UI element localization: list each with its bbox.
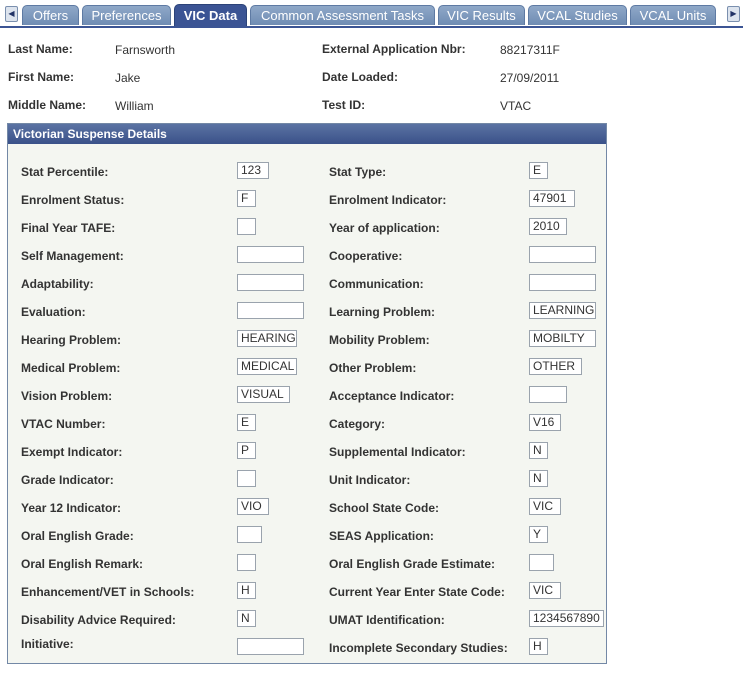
supplemental-indicator-input[interactable]: N bbox=[529, 442, 548, 459]
oral-english-remark-label: Oral English Remark: bbox=[21, 557, 144, 571]
hearing-problem-label: Hearing Problem: bbox=[21, 333, 122, 347]
tab-preferences[interactable]: Preferences bbox=[82, 5, 171, 25]
adaptability-label: Adaptability: bbox=[21, 277, 94, 291]
learning-problem-label: Learning Problem: bbox=[329, 305, 436, 319]
cooperative-input[interactable] bbox=[529, 246, 596, 263]
mobility-problem-label: Mobility Problem: bbox=[329, 333, 430, 347]
mobility-problem-input[interactable]: MOBILTY bbox=[529, 330, 596, 347]
seas-application-input[interactable]: Y bbox=[529, 526, 548, 543]
vision-problem-input[interactable]: VISUAL bbox=[237, 386, 290, 403]
oral-english-grade-estimate-input[interactable] bbox=[529, 554, 554, 571]
school-state-code-input[interactable]: VIC bbox=[529, 498, 561, 515]
acceptance-indicator-input[interactable] bbox=[529, 386, 567, 403]
supplemental-indicator-label: Supplemental Indicator: bbox=[329, 445, 466, 459]
umat-identification-label: UMAT Identification: bbox=[329, 613, 445, 627]
tab-vic-results[interactable]: VIC Results bbox=[438, 5, 525, 25]
test-id-value: VTAC bbox=[500, 99, 532, 113]
test-id-label: Test ID: bbox=[322, 98, 366, 112]
tab-common-assessment-tasks[interactable]: Common Assessment Tasks bbox=[250, 5, 435, 25]
adaptability-input[interactable] bbox=[237, 274, 304, 291]
middle-name-value: William bbox=[115, 99, 154, 113]
right-arrow-icon[interactable]: ▶ bbox=[727, 6, 740, 22]
seas-application-label: SEAS Application: bbox=[329, 529, 434, 543]
tab-underline bbox=[0, 26, 743, 28]
tab-bar: ◀ Offers Preferences VIC Data Common Ass… bbox=[0, 0, 743, 28]
medical-problem-label: Medical Problem: bbox=[21, 361, 121, 375]
exempt-indicator-input[interactable]: P bbox=[237, 442, 256, 459]
left-arrow-icon[interactable]: ◀ bbox=[5, 6, 18, 22]
date-loaded-value: 27/09/2011 bbox=[500, 71, 560, 85]
self-management-input[interactable] bbox=[237, 246, 304, 263]
year-12-indicator-label: Year 12 Indicator: bbox=[21, 501, 122, 515]
final-year-tafe-input[interactable] bbox=[237, 218, 256, 235]
other-problem-input[interactable]: OTHER bbox=[529, 358, 582, 375]
last-name-value: Farnsworth bbox=[115, 43, 176, 57]
incomplete-secondary-studies-input[interactable]: H bbox=[529, 638, 548, 655]
tab-offers[interactable]: Offers bbox=[22, 5, 79, 25]
enrolment-indicator-input[interactable]: 47901 bbox=[529, 190, 575, 207]
enhancement-vet-label: Enhancement/VET in Schools: bbox=[21, 585, 195, 599]
vtac-number-label: VTAC Number: bbox=[21, 417, 106, 431]
communication-label: Communication: bbox=[329, 277, 424, 291]
school-state-code-label: School State Code: bbox=[329, 501, 440, 515]
disability-advice-label: Disability Advice Required: bbox=[21, 613, 176, 627]
grade-indicator-input[interactable] bbox=[237, 470, 256, 487]
middle-name-label: Middle Name: bbox=[8, 98, 87, 112]
initiative-input[interactable] bbox=[237, 638, 304, 655]
last-name-label: Last Name: bbox=[8, 42, 73, 56]
learning-problem-input[interactable]: LEARNING bbox=[529, 302, 596, 319]
tab-vic-data[interactable]: VIC Data bbox=[174, 4, 247, 26]
year-of-application-input[interactable]: 2010 bbox=[529, 218, 567, 235]
communication-input[interactable] bbox=[529, 274, 596, 291]
initiative-label: Initiative: bbox=[21, 637, 74, 651]
date-loaded-label: Date Loaded: bbox=[322, 70, 399, 84]
year-12-indicator-input[interactable]: VIO bbox=[237, 498, 269, 515]
oral-english-remark-input[interactable] bbox=[237, 554, 256, 571]
vtac-number-input[interactable]: E bbox=[237, 414, 256, 431]
unit-indicator-label: Unit Indicator: bbox=[329, 473, 411, 487]
acceptance-indicator-label: Acceptance Indicator: bbox=[329, 389, 455, 403]
external-application-label: External Application Nbr: bbox=[322, 42, 466, 56]
tab-vcal-studies[interactable]: VCAL Studies bbox=[528, 5, 627, 25]
first-name-label: First Name: bbox=[8, 70, 75, 84]
year-of-application-label: Year of application: bbox=[329, 221, 440, 235]
exempt-indicator-label: Exempt Indicator: bbox=[21, 445, 123, 459]
oral-english-grade-input[interactable] bbox=[237, 526, 262, 543]
disability-advice-input[interactable]: N bbox=[237, 610, 256, 627]
enhancement-vet-input[interactable]: H bbox=[237, 582, 256, 599]
evaluation-input[interactable] bbox=[237, 302, 304, 319]
umat-identification-input[interactable]: 1234567890 bbox=[529, 610, 604, 627]
stat-percentile-label: Stat Percentile: bbox=[21, 165, 109, 179]
vision-problem-label: Vision Problem: bbox=[21, 389, 113, 403]
stat-type-label: Stat Type: bbox=[329, 165, 387, 179]
first-name-value: Jake bbox=[115, 71, 141, 85]
final-year-tafe-label: Final Year TAFE: bbox=[21, 221, 116, 235]
oral-english-grade-estimate-label: Oral English Grade Estimate: bbox=[329, 557, 496, 571]
medical-problem-input[interactable]: MEDICAL bbox=[237, 358, 297, 375]
oral-english-grade-label: Oral English Grade: bbox=[21, 529, 134, 543]
self-management-label: Self Management: bbox=[21, 249, 124, 263]
incomplete-secondary-studies-label: Incomplete Secondary Studies: bbox=[329, 641, 508, 655]
group-title: Victorian Suspense Details bbox=[8, 124, 606, 144]
enrolment-indicator-label: Enrolment Indicator: bbox=[329, 193, 447, 207]
unit-indicator-input[interactable]: N bbox=[529, 470, 548, 487]
stat-type-input[interactable]: E bbox=[529, 162, 548, 179]
stat-percentile-input[interactable]: 123 bbox=[237, 162, 269, 179]
grade-indicator-label: Grade Indicator: bbox=[21, 473, 114, 487]
hearing-problem-input[interactable]: HEARING bbox=[237, 330, 297, 347]
tab-vcal-units[interactable]: VCAL Units bbox=[630, 5, 716, 25]
evaluation-label: Evaluation: bbox=[21, 305, 86, 319]
external-application-value: 88217311F bbox=[500, 43, 560, 57]
cooperative-label: Cooperative: bbox=[329, 249, 403, 263]
enrolment-status-input[interactable]: F bbox=[237, 190, 256, 207]
current-year-enter-state-code-label: Current Year Enter State Code: bbox=[329, 585, 505, 599]
category-label: Category: bbox=[329, 417, 386, 431]
enrolment-status-label: Enrolment Status: bbox=[21, 193, 125, 207]
current-year-enter-state-code-input[interactable]: VIC bbox=[529, 582, 561, 599]
other-problem-label: Other Problem: bbox=[329, 361, 417, 375]
category-input[interactable]: V16 bbox=[529, 414, 561, 431]
